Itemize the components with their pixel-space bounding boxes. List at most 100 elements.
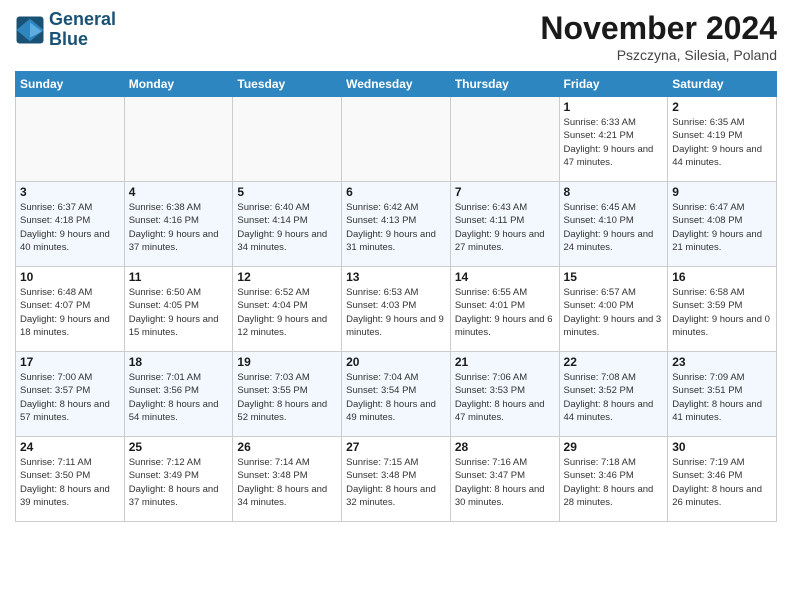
header: General Blue November 2024 Pszczyna, Sil… (15, 10, 777, 63)
calendar-cell-w5-d5: 28 Sunrise: 7:16 AMSunset: 3:47 PMDayligh… (450, 437, 559, 522)
day-number: 26 (237, 440, 337, 454)
day-number: 21 (455, 355, 555, 369)
calendar-cell-w2-d6: 8Sunrise: 6:45 AMSunset: 4:10 PMDaylight… (559, 182, 668, 267)
day-info: Sunrise: 7:11 AMSunset: 3:50 PMDaylight:… (20, 456, 120, 509)
day-number: 1 (564, 100, 664, 114)
header-sunday: Sunday (16, 72, 125, 97)
day-info: Sunrise: 7:19 AMSunset: 3:46 PMDaylight:… (672, 456, 772, 509)
logo-text: General Blue (49, 10, 116, 50)
day-number: 3 (20, 185, 120, 199)
day-info: Sunrise: 6:58 AMSunset: 3:59 PMDaylight:… (672, 286, 772, 339)
logo: General Blue (15, 10, 116, 50)
calendar-cell-w4-d3: 19Sunrise: 7:03 AMSunset: 3:55 PMDayligh… (233, 352, 342, 437)
day-number: 6 (346, 185, 446, 199)
calendar-cell-w1-d1 (16, 97, 125, 182)
calendar-cell-w4-d7: 23Sunrise: 7:09 AMSunset: 3:51 PMDayligh… (668, 352, 777, 437)
day-number: 27 (346, 440, 446, 454)
day-info: Sunrise: 6:50 AMSunset: 4:05 PMDaylight:… (129, 286, 229, 339)
calendar-week-2: 3 Sunrise: 6:37 AMSunset: 4:18 PMDaylight… (16, 182, 777, 267)
calendar-cell-w2-d5: 7 Sunrise: 6:43 AMSunset: 4:11 PMDaylight… (450, 182, 559, 267)
day-info: Sunrise: 6:37 AMSunset: 4:18 PMDaylight:… (20, 201, 120, 254)
day-number: 18 (129, 355, 229, 369)
header-friday: Friday (559, 72, 668, 97)
day-info: Sunrise: 7:04 AMSunset: 3:54 PMDaylight:… (346, 371, 446, 424)
day-number: 10 (20, 270, 120, 284)
day-info: Sunrise: 6:53 AMSunset: 4:03 PMDaylight:… (346, 286, 446, 339)
day-number: 28 (455, 440, 555, 454)
calendar-title: November 2024 (540, 10, 777, 47)
day-info: Sunrise: 7:09 AMSunset: 3:51 PMDaylight:… (672, 371, 772, 424)
day-info: Sunrise: 7:18 AMSunset: 3:46 PMDaylight:… (564, 456, 664, 509)
calendar-cell-w3-d3: 12 Sunrise: 6:52 AMSunset: 4:04 PMDayligh… (233, 267, 342, 352)
day-info: Sunrise: 6:43 AMSunset: 4:11 PMDaylight:… (455, 201, 555, 254)
day-number: 11 (129, 270, 229, 284)
header-saturday: Saturday (668, 72, 777, 97)
calendar-cell-w4-d6: 22 Sunrise: 7:08 AMSunset: 3:52 PMDayligh… (559, 352, 668, 437)
title-block: November 2024 Pszczyna, Silesia, Poland (540, 10, 777, 63)
day-info: Sunrise: 7:14 AMSunset: 3:48 PMDaylight:… (237, 456, 337, 509)
day-info: Sunrise: 6:52 AMSunset: 4:04 PMDaylight:… (237, 286, 337, 339)
day-info: Sunrise: 6:40 AMSunset: 4:14 PMDaylight:… (237, 201, 337, 254)
calendar-cell-w1-d4 (342, 97, 451, 182)
day-info: Sunrise: 6:48 AMSunset: 4:07 PMDaylight:… (20, 286, 120, 339)
calendar-subtitle: Pszczyna, Silesia, Poland (540, 47, 777, 63)
calendar-cell-w1-d6: 1 Sunrise: 6:33 AMSunset: 4:21 PMDaylight… (559, 97, 668, 182)
day-info: Sunrise: 7:16 AMSunset: 3:47 PMDaylight:… (455, 456, 555, 509)
day-info: Sunrise: 6:35 AMSunset: 4:19 PMDaylight:… (672, 116, 772, 169)
calendar-cell-w4-d1: 17 Sunrise: 7:00 AMSunset: 3:57 PMDayligh… (16, 352, 125, 437)
calendar-cell-w1-d3 (233, 97, 342, 182)
calendar-header-row: Sunday Monday Tuesday Wednesday Thursday… (16, 72, 777, 97)
day-number: 9 (672, 185, 772, 199)
calendar-table: Sunday Monday Tuesday Wednesday Thursday… (15, 71, 777, 522)
day-number: 2 (672, 100, 772, 114)
day-info: Sunrise: 7:00 AMSunset: 3:57 PMDaylight:… (20, 371, 120, 424)
calendar-cell-w2-d7: 9 Sunrise: 6:47 AMSunset: 4:08 PMDaylight… (668, 182, 777, 267)
header-monday: Monday (124, 72, 233, 97)
day-info: Sunrise: 6:45 AMSunset: 4:10 PMDaylight:… (564, 201, 664, 254)
calendar-cell-w3-d7: 16 Sunrise: 6:58 AMSunset: 3:59 PMDayligh… (668, 267, 777, 352)
calendar-cell-w2-d3: 5Sunrise: 6:40 AMSunset: 4:14 PMDaylight… (233, 182, 342, 267)
day-info: Sunrise: 6:55 AMSunset: 4:01 PMDaylight:… (455, 286, 555, 339)
calendar-cell-w5-d3: 26 Sunrise: 7:14 AMSunset: 3:48 PMDayligh… (233, 437, 342, 522)
day-info: Sunrise: 6:47 AMSunset: 4:08 PMDaylight:… (672, 201, 772, 254)
calendar-cell-w3-d1: 10 Sunrise: 6:48 AMSunset: 4:07 PMDayligh… (16, 267, 125, 352)
day-info: Sunrise: 7:08 AMSunset: 3:52 PMDaylight:… (564, 371, 664, 424)
calendar-cell-w2-d2: 4Sunrise: 6:38 AMSunset: 4:16 PMDaylight… (124, 182, 233, 267)
day-number: 4 (129, 185, 229, 199)
calendar-week-3: 10 Sunrise: 6:48 AMSunset: 4:07 PMDayligh… (16, 267, 777, 352)
calendar-week-5: 24 Sunrise: 7:11 AMSunset: 3:50 PMDayligh… (16, 437, 777, 522)
calendar-cell-w2-d1: 3 Sunrise: 6:37 AMSunset: 4:18 PMDaylight… (16, 182, 125, 267)
calendar-week-4: 17 Sunrise: 7:00 AMSunset: 3:57 PMDayligh… (16, 352, 777, 437)
calendar-cell-w1-d2 (124, 97, 233, 182)
header-thursday: Thursday (450, 72, 559, 97)
logo-line1: General (49, 10, 116, 30)
day-info: Sunrise: 7:01 AMSunset: 3:56 PMDaylight:… (129, 371, 229, 424)
day-number: 15 (564, 270, 664, 284)
day-number: 25 (129, 440, 229, 454)
day-number: 22 (564, 355, 664, 369)
day-info: Sunrise: 6:57 AMSunset: 4:00 PMDaylight:… (564, 286, 664, 339)
day-info: Sunrise: 7:12 AMSunset: 3:49 PMDaylight:… (129, 456, 229, 509)
calendar-cell-w5-d2: 25 Sunrise: 7:12 AMSunset: 3:49 PMDayligh… (124, 437, 233, 522)
calendar-cell-w4-d4: 20 Sunrise: 7:04 AMSunset: 3:54 PMDayligh… (342, 352, 451, 437)
day-info: Sunrise: 7:15 AMSunset: 3:48 PMDaylight:… (346, 456, 446, 509)
day-number: 20 (346, 355, 446, 369)
day-number: 12 (237, 270, 337, 284)
day-number: 24 (20, 440, 120, 454)
header-wednesday: Wednesday (342, 72, 451, 97)
day-number: 17 (20, 355, 120, 369)
day-number: 29 (564, 440, 664, 454)
calendar-cell-w2-d4: 6 Sunrise: 6:42 AMSunset: 4:13 PMDaylight… (342, 182, 451, 267)
day-info: Sunrise: 6:42 AMSunset: 4:13 PMDaylight:… (346, 201, 446, 254)
day-number: 16 (672, 270, 772, 284)
calendar-cell-w3-d5: 14 Sunrise: 6:55 AMSunset: 4:01 PMDayligh… (450, 267, 559, 352)
day-number: 30 (672, 440, 772, 454)
day-info: Sunrise: 7:03 AMSunset: 3:55 PMDaylight:… (237, 371, 337, 424)
calendar-cell-w4-d5: 21Sunrise: 7:06 AMSunset: 3:53 PMDayligh… (450, 352, 559, 437)
day-number: 7 (455, 185, 555, 199)
day-number: 14 (455, 270, 555, 284)
calendar-cell-w3-d2: 11 Sunrise: 6:50 AMSunset: 4:05 PMDayligh… (124, 267, 233, 352)
day-info: Sunrise: 6:33 AMSunset: 4:21 PMDaylight:… (564, 116, 664, 169)
calendar-cell-w3-d4: 13Sunrise: 6:53 AMSunset: 4:03 PMDayligh… (342, 267, 451, 352)
calendar-cell-w4-d2: 18 Sunrise: 7:01 AMSunset: 3:56 PMDayligh… (124, 352, 233, 437)
